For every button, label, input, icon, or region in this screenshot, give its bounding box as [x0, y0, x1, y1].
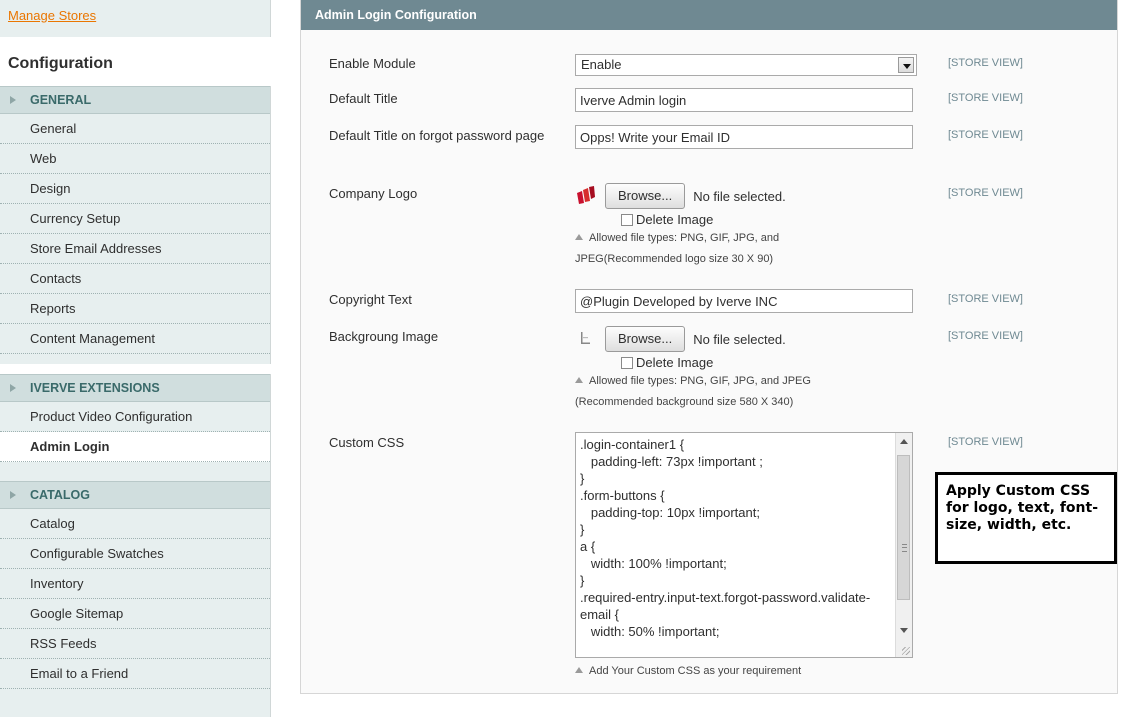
scroll-down-arrow-icon[interactable]	[900, 628, 908, 633]
logo-note-text: Allowed file types: PNG, GIF, JPG, and J…	[575, 232, 780, 265]
default-title-input[interactable]	[575, 88, 913, 112]
logo-thumbnail-icon	[575, 185, 597, 207]
scope-label: [STORE VIEW]	[948, 92, 1023, 104]
logo-browse-button[interactable]: Browse...	[605, 183, 686, 209]
sidebar-section-general[interactable]: GENERAL	[0, 86, 270, 114]
field-label: Company Logo	[329, 186, 418, 201]
page-title: Configuration	[8, 55, 113, 72]
forgot-title-input[interactable]	[575, 125, 913, 149]
scroll-up-arrow-icon[interactable]	[900, 439, 908, 444]
custom-css-callout: Apply Custom CSS for logo, text, font-si…	[935, 472, 1117, 564]
logo-note: Allowed file types: PNG, GIF, JPG, and J…	[575, 228, 815, 270]
sidebar-item-web[interactable]: Web	[0, 144, 270, 174]
sidebar-item-admin-login[interactable]: Admin Login	[0, 432, 270, 462]
custom-css-note: Add Your Custom CSS as your requirement	[575, 661, 913, 682]
sidebar-section-iverve-extensions[interactable]: IVERVE EXTENSIONS	[0, 374, 270, 402]
triangle-up-icon	[575, 377, 583, 383]
select-value: Enable	[581, 57, 622, 72]
triangle-up-icon	[575, 667, 583, 673]
sidebar-item-contacts[interactable]: Contacts	[0, 264, 270, 294]
field-label: Default Title	[329, 91, 398, 106]
scope-label: [STORE VIEW]	[948, 187, 1023, 199]
scope-label: [STORE VIEW]	[948, 129, 1023, 141]
custom-css-textarea[interactable]: .login-container1 { padding-left: 73px !…	[575, 432, 913, 658]
scope-label: [STORE VIEW]	[948, 330, 1023, 342]
resize-grip-icon[interactable]	[902, 647, 910, 655]
logo-file-status: No file selected.	[693, 188, 786, 204]
sidebar-item-content-management[interactable]: Content Management	[0, 324, 270, 354]
triangle-up-icon	[575, 234, 583, 240]
sidebar-section-label: GENERAL	[30, 93, 92, 107]
background-note: Allowed file types: PNG, GIF, JPG, and J…	[575, 371, 860, 413]
sidebar-item-google-sitemap[interactable]: Google Sitemap	[0, 599, 270, 629]
background-note-text: Allowed file types: PNG, GIF, JPG, and J…	[575, 375, 811, 408]
sidebar-item-catalog[interactable]: Catalog	[0, 509, 270, 539]
custom-css-text: .login-container1 { padding-left: 73px !…	[580, 437, 871, 639]
sidebar-item-general[interactable]: General	[0, 114, 270, 144]
field-label: Copyright Text	[329, 292, 412, 307]
scope-label: [STORE VIEW]	[948, 293, 1023, 305]
sidebar-group-general: GENERAL General Web Design Currency Setu…	[0, 86, 271, 364]
field-label: Backgroung Image	[329, 329, 439, 344]
chevron-down-icon[interactable]	[898, 57, 914, 73]
enable-module-select[interactable]: Enable	[575, 54, 917, 76]
sidebar: Manage Stores Configuration GENERAL Gene…	[0, 0, 271, 717]
sidebar-item-design[interactable]: Design	[0, 174, 270, 204]
logo-delete-label: Delete Image	[636, 212, 714, 227]
field-label: Default Title on forgot password page	[329, 128, 545, 143]
sidebar-section-label: CATALOG	[30, 488, 90, 502]
scope-label: [STORE VIEW]	[948, 57, 1023, 69]
sidebar-group-catalog: CATALOG Catalog Configurable Swatches In…	[0, 481, 271, 717]
sidebar-section-catalog[interactable]: CATALOG	[0, 481, 270, 509]
scope-label: [STORE VIEW]	[948, 436, 1023, 448]
sidebar-item-inventory[interactable]: Inventory	[0, 569, 270, 599]
config-panel: Admin Login Configuration Enable Module …	[300, 0, 1118, 694]
background-delete-checkbox[interactable]	[621, 357, 633, 369]
manage-stores-link[interactable]: Manage Stores	[8, 8, 96, 23]
sidebar-item-reports[interactable]: Reports	[0, 294, 270, 324]
textarea-scrollbar[interactable]	[895, 433, 912, 657]
sidebar-item-configurable-swatches[interactable]: Configurable Swatches	[0, 539, 270, 569]
custom-css-note-text: Add Your Custom CSS as your requirement	[589, 665, 802, 677]
logo-delete-checkbox[interactable]	[621, 214, 633, 226]
sidebar-item-rss-feeds[interactable]: RSS Feeds	[0, 629, 270, 659]
section-header[interactable]: Admin Login Configuration	[301, 0, 1117, 30]
triangle-right-icon	[10, 96, 16, 104]
background-delete-label: Delete Image	[636, 355, 714, 370]
sidebar-item-currency-setup[interactable]: Currency Setup	[0, 204, 270, 234]
manage-stores-bar: Manage Stores	[0, 0, 271, 37]
copyright-input[interactable]	[575, 289, 913, 313]
triangle-right-icon	[10, 491, 16, 499]
sidebar-section-label: IVERVE EXTENSIONS	[30, 381, 160, 395]
field-label: Custom CSS	[329, 435, 405, 450]
field-label: Enable Module	[329, 56, 416, 71]
sidebar-item-email-to-a-friend[interactable]: Email to a Friend	[0, 659, 270, 689]
sidebar-group-iverve-extensions: IVERVE EXTENSIONS Product Video Configur…	[0, 374, 271, 482]
background-file-status: No file selected.	[693, 331, 786, 347]
triangle-right-icon	[10, 384, 16, 392]
grip-icon	[902, 544, 907, 552]
background-browse-button[interactable]: Browse...	[605, 326, 686, 352]
scrollbar-thumb[interactable]	[897, 455, 910, 600]
sidebar-item-product-video-configuration[interactable]: Product Video Configuration	[0, 402, 270, 432]
background-thumbnail-icon	[575, 328, 597, 350]
sidebar-item-store-email-addresses[interactable]: Store Email Addresses	[0, 234, 270, 264]
